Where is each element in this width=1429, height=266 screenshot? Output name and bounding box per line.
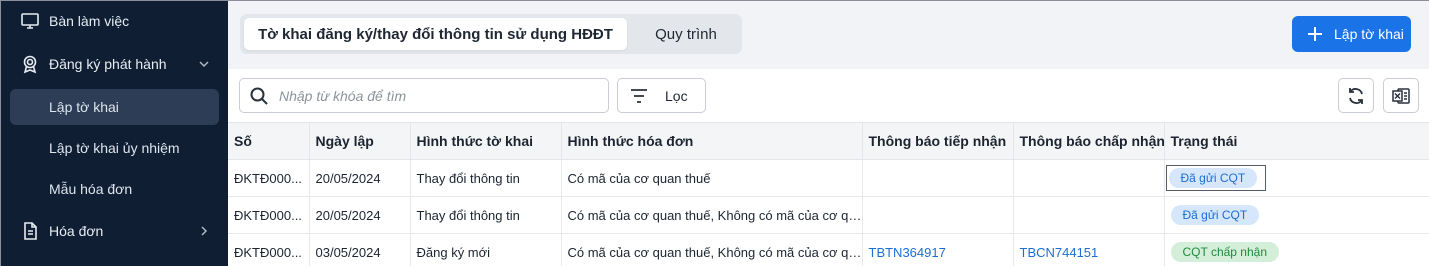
monitor-icon: [21, 13, 39, 29]
column-header-number[interactable]: Số: [228, 122, 310, 160]
cell-acceptance-notice: [1013, 196, 1165, 234]
cell-status: CQT chấp nhận: [1164, 233, 1429, 266]
column-header-invoice-type[interactable]: Hình thức hóa đơn: [561, 122, 863, 160]
sidebar: Bàn làm việc Đăng ký phát hành Lập tờ kh…: [1, 1, 228, 266]
chevron-down-icon: [199, 61, 209, 68]
cell-receipt-notice: [862, 196, 1014, 234]
declaration-table: Số Ngày lập Hình thức tờ khai Hình thức …: [228, 122, 1429, 266]
filter-icon: [631, 89, 647, 103]
focus-outline: Đã gửi CQT: [1165, 165, 1266, 191]
tab-declaration[interactable]: Tờ khai đăng ký/thay đổi thông tin sử dụ…: [244, 18, 627, 50]
cell-invoice-type: Có mã của cơ quan thuế, Không có mã của …: [561, 196, 863, 234]
search-icon: [250, 87, 268, 105]
badge-icon: [23, 55, 37, 74]
cell-declaration-type: Đăng ký mới: [410, 233, 562, 266]
status-badge: Đã gửi CQT: [1170, 205, 1260, 225]
main-content: Tờ khai đăng ký/thay đổi thông tin sử dụ…: [228, 1, 1429, 266]
chevron-right-icon: [201, 226, 208, 236]
column-header-declaration-type[interactable]: Hình thức tờ khai: [410, 122, 562, 160]
table-row[interactable]: ĐKTĐ000... 03/05/2024 Đăng ký mới Có mã …: [228, 233, 1429, 266]
search-placeholder: Nhập từ khóa để tìm: [279, 88, 407, 104]
sidebar-subitem-create-declaration[interactable]: Lập tờ khai: [1, 89, 228, 125]
filter-label: Lọc: [665, 88, 688, 104]
cell-date: 20/05/2024: [309, 159, 411, 197]
refresh-button[interactable]: [1338, 78, 1374, 113]
refresh-icon: [1349, 88, 1363, 104]
sidebar-subitem-invoice-template[interactable]: Mẫu hóa đơn: [1, 171, 228, 207]
cell-number: ĐKTĐ000...: [228, 159, 310, 197]
tab-bar: Tờ khai đăng ký/thay đổi thông tin sử dụ…: [240, 14, 742, 54]
plus-icon: [1308, 27, 1322, 41]
cell-number: ĐKTĐ000...: [228, 196, 310, 234]
table-row[interactable]: ĐKTĐ000... 20/05/2024 Thay đổi thông tin…: [228, 196, 1429, 234]
sidebar-item-dashboard[interactable]: Bàn làm việc: [1, 1, 228, 41]
sidebar-item-invoices[interactable]: Hóa đơn: [1, 211, 228, 251]
filter-button[interactable]: Lọc: [617, 78, 706, 113]
cell-status: Đã gửi CQT: [1164, 159, 1429, 197]
search-input[interactable]: Nhập từ khóa để tìm: [239, 78, 609, 113]
cell-declaration-type: Thay đổi thông tin: [410, 159, 562, 197]
cell-receipt-notice: [862, 159, 1014, 197]
export-excel-button[interactable]: [1383, 78, 1419, 113]
create-declaration-button[interactable]: Lập tờ khai: [1292, 16, 1411, 52]
cell-acceptance-notice: [1013, 159, 1165, 197]
column-header-date[interactable]: Ngày lập: [309, 122, 411, 160]
tab-process[interactable]: Quy trình: [634, 18, 738, 50]
cell-date: 03/05/2024: [309, 233, 411, 266]
sidebar-item-label: Hóa đơn: [49, 223, 104, 239]
table-row[interactable]: ĐKTĐ000... 20/05/2024 Thay đổi thông tin…: [228, 159, 1429, 197]
cell-declaration-type: Thay đổi thông tin: [410, 196, 562, 234]
cell-invoice-type: Có mã của cơ quan thuế, Không có mã của …: [561, 233, 863, 266]
column-header-receipt-notice[interactable]: Thông báo tiếp nhận: [862, 122, 1014, 160]
sidebar-item-label: Đăng ký phát hành: [49, 56, 167, 72]
list-panel: Nhập từ khóa để tìm Lọc Số Ngày lập Hình…: [228, 69, 1429, 266]
sidebar-subitem-authorized-declaration[interactable]: Lập tờ khai ủy nhiệm: [1, 130, 228, 166]
column-header-status[interactable]: Trạng thái: [1164, 122, 1429, 160]
document-icon: [24, 222, 37, 240]
sidebar-subitem-label: Mẫu hóa đơn: [49, 181, 133, 197]
sidebar-item-registration[interactable]: Đăng ký phát hành: [1, 44, 228, 84]
sidebar-subitem-label: Lập tờ khai: [49, 99, 119, 115]
column-header-acceptance-notice[interactable]: Thông báo chấp nhận: [1013, 122, 1165, 160]
create-button-label: Lập tờ khai: [1334, 26, 1404, 42]
status-badge: CQT chấp nhận: [1170, 242, 1279, 262]
cell-invoice-type: Có mã của cơ quan thuế: [561, 159, 863, 197]
sidebar-item-label: Bàn làm việc: [49, 13, 130, 29]
cell-number: ĐKTĐ000...: [228, 233, 310, 266]
acceptance-notice-link[interactable]: TBCN744151: [1013, 233, 1165, 266]
receipt-notice-link[interactable]: TBTN364917: [862, 233, 1014, 266]
cell-status: Đã gửi CQT: [1164, 196, 1429, 234]
cell-date: 20/05/2024: [309, 196, 411, 234]
status-badge: Đã gửi CQT: [1168, 168, 1258, 188]
excel-icon: [1392, 88, 1410, 104]
sidebar-subitem-label: Lập tờ khai ủy nhiệm: [49, 140, 180, 156]
table-header-row: Số Ngày lập Hình thức tờ khai Hình thức …: [228, 122, 1429, 160]
